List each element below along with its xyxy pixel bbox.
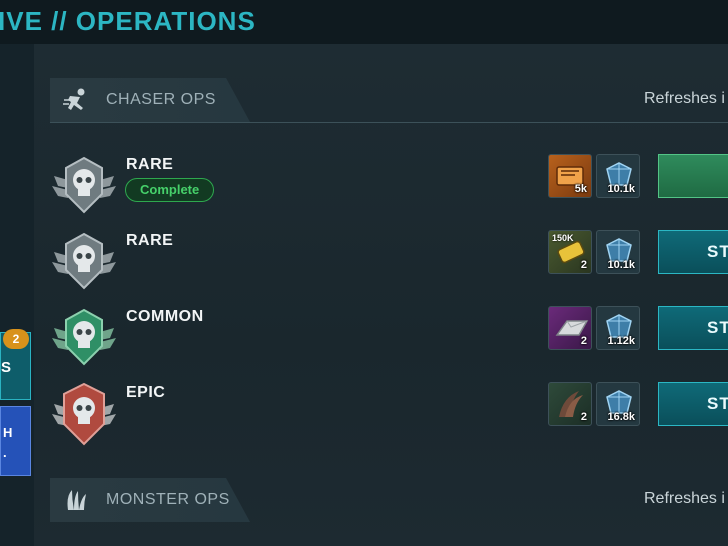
reward-item[interactable]: 5k: [548, 154, 592, 198]
reward-tag: 150K: [552, 233, 574, 243]
reward-quantity: 1.12k: [607, 335, 635, 347]
section-title: MONSTER OPS: [106, 491, 230, 508]
reward-item[interactable]: 1.12k: [596, 306, 640, 350]
reward-quantity: 10.1k: [607, 183, 635, 195]
reward-item[interactable]: 16.8k: [596, 382, 640, 426]
chaser-figure-icon: [63, 88, 85, 110]
reward-item[interactable]: 2: [548, 382, 592, 426]
start-button[interactable]: ST: [658, 230, 728, 274]
refresh-timer-label: Refreshes i: [644, 90, 725, 107]
operations-panel: CHASER OPS Refreshes i RARE Complete 5k: [34, 44, 728, 546]
rail-tab-label: S: [1, 359, 12, 376]
op-row[interactable]: EPIC 2 16.8k ST: [50, 382, 728, 452]
complete-button[interactable]: [658, 154, 728, 198]
rail-action-label-1: H: [3, 425, 13, 440]
notification-badge: 2: [3, 329, 29, 349]
reward-item[interactable]: 150K 2: [548, 230, 592, 274]
reward-quantity: 2: [580, 335, 587, 347]
section-divider: [50, 122, 728, 123]
op-row[interactable]: RARE 150K 2 10.1k ST: [50, 230, 728, 300]
section-title: CHASER OPS: [106, 91, 216, 108]
start-button[interactable]: ST: [658, 382, 728, 426]
reward-quantity: 2: [580, 259, 587, 271]
op-rarity-label: RARE: [126, 156, 174, 173]
op-row[interactable]: COMMON 2 1.12k ST: [50, 306, 728, 376]
left-rail: 2 S H .: [0, 44, 34, 546]
refresh-timer-label: Refreshes i: [644, 490, 725, 507]
rail-action-button[interactable]: H .: [0, 406, 31, 476]
status-badge: Complete: [125, 178, 215, 202]
start-button[interactable]: ST: [658, 306, 728, 350]
reward-quantity: 10.1k: [607, 259, 635, 271]
monster-claw-icon: [67, 490, 86, 510]
reward-item[interactable]: 10.1k: [596, 154, 640, 198]
op-rarity-label: EPIC: [126, 384, 166, 401]
op-rarity-label: COMMON: [126, 308, 204, 325]
rail-tab-button[interactable]: 2 S: [0, 329, 31, 400]
rarity-skull-badge-icon: [52, 382, 116, 446]
reward-quantity: 2: [580, 411, 587, 423]
chaser-ops-header: CHASER OPS Refreshes i: [50, 78, 728, 123]
rarity-skull-badge-icon: [52, 156, 116, 214]
rarity-skull-badge-icon: [52, 308, 116, 366]
op-rarity-label: RARE: [126, 232, 174, 249]
reward-quantity: 5k: [574, 183, 587, 195]
rail-action-label-2: .: [3, 445, 7, 460]
title-bar: IVE // OPERATIONS: [0, 0, 728, 44]
rarity-skull-badge-icon: [52, 232, 116, 290]
monster-ops-header: MONSTER OPS Refreshes i: [50, 478, 728, 522]
reward-quantity: 16.8k: [607, 411, 635, 423]
page-title: IVE // OPERATIONS: [0, 6, 256, 36]
reward-item[interactable]: 2: [548, 306, 592, 350]
op-row[interactable]: RARE Complete 5k 10.1k: [50, 154, 728, 224]
reward-item[interactable]: 10.1k: [596, 230, 640, 274]
